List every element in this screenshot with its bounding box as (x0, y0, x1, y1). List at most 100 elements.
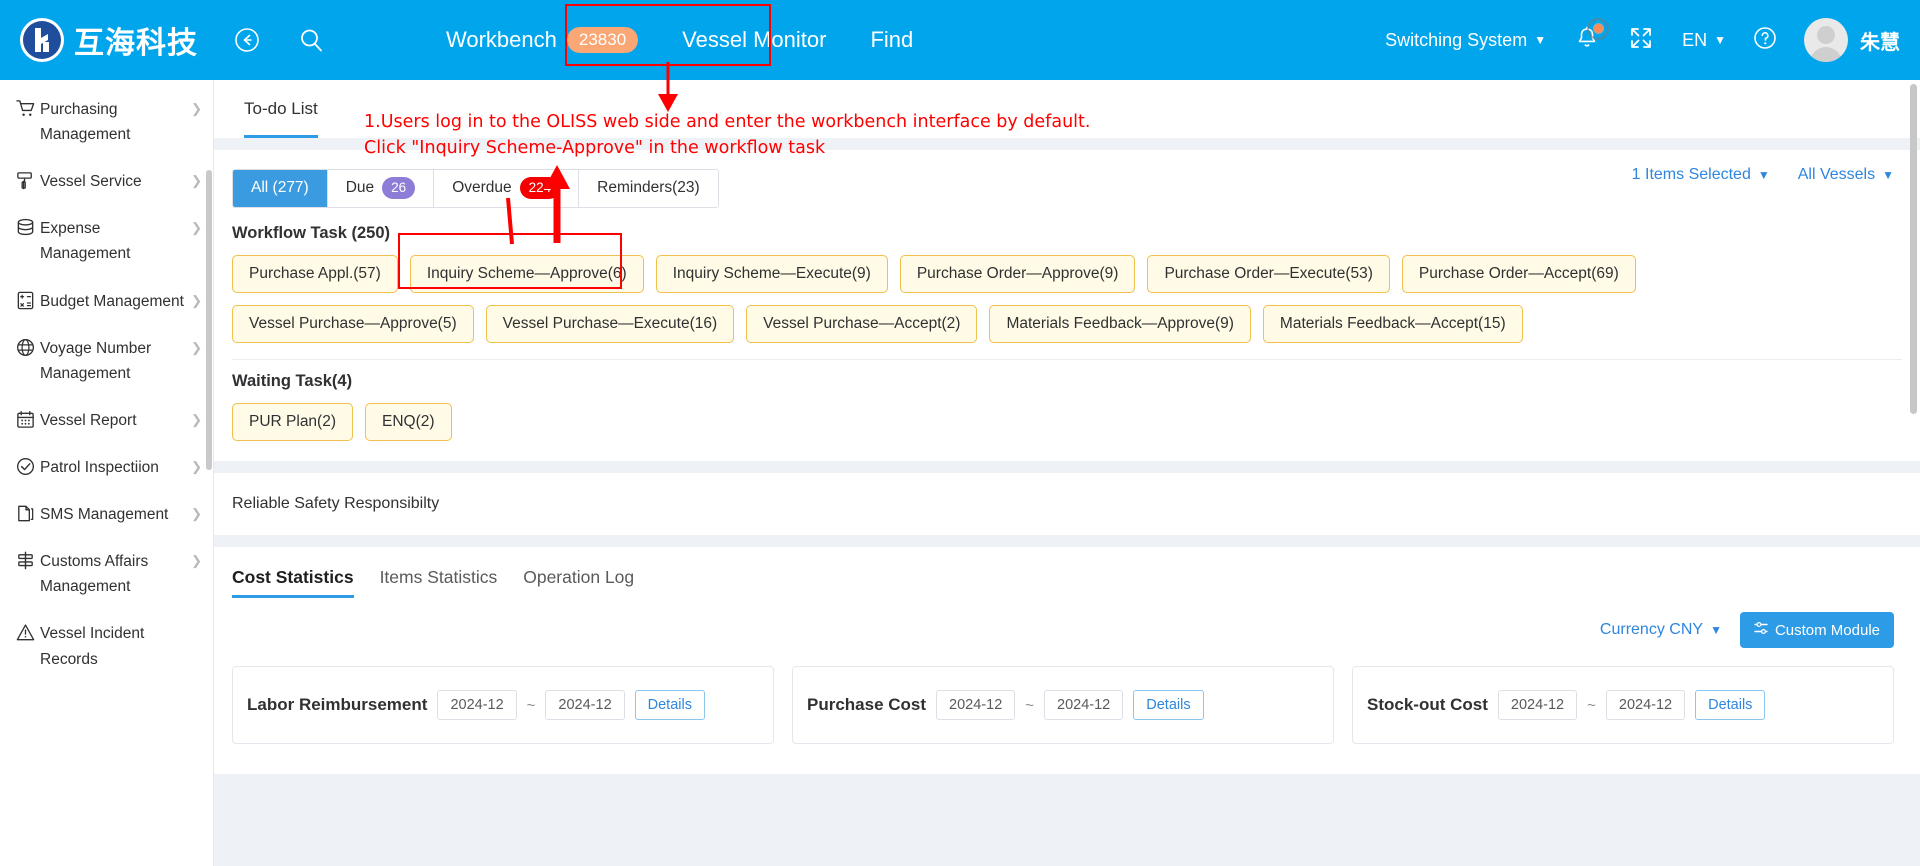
brand-name: 互海科技 (74, 27, 198, 60)
help-button[interactable] (1752, 25, 1778, 56)
filter-all-label: All (277) (251, 179, 309, 196)
sidebar-item-vessel-incident-records[interactable]: Vessel Incident Records (0, 610, 213, 682)
details-button[interactable]: Details (1695, 690, 1766, 720)
sidebar-scrollbar[interactable] (206, 170, 212, 470)
chip-pur-plan[interactable]: PUR Plan(2) (232, 403, 353, 441)
date-to-input[interactable]: 2024-12 (1044, 690, 1124, 720)
chevron-down-icon: ▼ (1757, 168, 1770, 182)
chip-vessel-purchase-accept[interactable]: Vessel Purchase—Accept(2) (746, 305, 978, 343)
sidebar-item-patrol-inspection[interactable]: Patrol Inspectiion ❯ (0, 444, 213, 491)
filter-due-label: Due (345, 179, 375, 196)
card-title: Labor Reimbursement (247, 694, 428, 714)
details-button[interactable]: Details (634, 690, 705, 720)
avatar-body (1810, 47, 1842, 62)
currency-dropdown[interactable]: Currency CNY ▼ (1600, 621, 1722, 639)
chip-inquiry-scheme-approve[interactable]: Inquiry Scheme—Approve(6) (409, 255, 644, 293)
chip-vessel-purchase-execute[interactable]: Vessel Purchase—Execute(16) (485, 305, 735, 343)
sidebar-item-purchasing-management[interactable]: Purchasing Management ❯ (0, 86, 213, 158)
date-from-input[interactable]: 2024-12 (936, 690, 1016, 720)
all-vessels-dropdown[interactable]: All Vessels ▼ (1798, 166, 1894, 184)
main-scrollbar[interactable] (1910, 84, 1917, 414)
chip-purchase-order-approve[interactable]: Purchase Order—Approve(9) (899, 255, 1136, 293)
workbench-page: 互海科技 Workbench 23830 Vessel Monitor Find… (0, 0, 1920, 866)
chip-purchase-appl[interactable]: Purchase Appl.(57) (232, 255, 398, 293)
details-button[interactable]: Details (1133, 690, 1204, 720)
all-vessels-label: All Vessels (1797, 166, 1876, 183)
sidebar-item-label: Customs Affairs Management (40, 553, 149, 596)
workflow-task-title: Workflow Task (250) (232, 224, 391, 242)
fullscreen-icon (1631, 27, 1651, 48)
sidebar-item-expense-management[interactable]: Expense Management ❯ (0, 205, 213, 277)
switching-system-dropdown[interactable]: Switching System ▼ (1385, 30, 1546, 51)
search-icon[interactable] (296, 25, 326, 55)
statistics-tabs: Cost Statistics Items Statistics Operati… (214, 547, 1920, 598)
chip-label: Purchase Order—Accept(69) (1418, 265, 1619, 282)
chip-vessel-purchase-approve[interactable]: Vessel Purchase—Approve(5) (232, 305, 474, 343)
filter-overdue[interactable]: Overdue 224 (434, 169, 580, 207)
avatar[interactable] (1804, 18, 1848, 62)
sidebar-item-voyage-number-management[interactable]: Voyage Number Management ❯ (0, 325, 213, 397)
language-dropdown[interactable]: EN ▼ (1682, 30, 1726, 51)
chip-label: PUR Plan(2) (249, 413, 336, 430)
chip-purchase-order-execute[interactable]: Purchase Order—Execute(53) (1147, 255, 1390, 293)
date-from-input[interactable]: 2024-12 (1497, 690, 1578, 720)
filter-due[interactable]: Due 26 (327, 169, 435, 207)
date-range-separator: ~ (526, 696, 536, 714)
nav-item-vessel-monitor[interactable]: Vessel Monitor (660, 0, 848, 80)
sidebar-item-label: Expense Management (40, 220, 131, 263)
chip-materials-feedback-approve[interactable]: Materials Feedback—Approve(9) (989, 305, 1251, 343)
cost-cards: Labor Reimbursement 2024-12 ~ 2024-12 De… (214, 648, 1920, 744)
tab-todo-list[interactable]: To-do List (244, 80, 318, 138)
sidebar-item-label: Vessel Service (40, 173, 142, 191)
calculator-icon (10, 289, 40, 311)
date-from-input[interactable]: 2024-12 (437, 690, 517, 720)
tab-items-statistics[interactable]: Items Statistics (380, 567, 498, 598)
chevron-right-icon: ❯ (191, 506, 202, 522)
customs-icon (10, 549, 40, 571)
sidebar-item-vessel-service[interactable]: Vessel Service ❯ (0, 158, 213, 205)
back-arrow-icon[interactable] (232, 25, 262, 55)
workbench-count-badge: 23830 (566, 26, 639, 54)
sidebar-item-customs-affairs-management[interactable]: Customs Affairs Management ❯ (0, 538, 213, 610)
fullscreen-button[interactable] (1628, 25, 1654, 56)
date-to-input[interactable]: 2024-12 (1605, 690, 1686, 720)
workflow-chip-row-1: Purchase Appl.(57) Inquiry Scheme—Approv… (214, 243, 1920, 293)
sidebar-item-budget-management[interactable]: Budget Management ❯ (0, 278, 213, 325)
notification-bell-button[interactable] (1574, 17, 1610, 56)
chevron-right-icon: ❯ (191, 101, 202, 116)
date-to-input[interactable]: 2024-12 (545, 690, 625, 720)
database-icon (10, 216, 40, 238)
items-selected-dropdown[interactable]: 1 Items Selected ▼ (1632, 166, 1770, 184)
section-gap (214, 138, 1920, 150)
sidebar-item-sms-management[interactable]: SMS Management ❯ (0, 491, 213, 538)
chevron-down-icon: ▼ (1534, 33, 1547, 47)
chip-inquiry-scheme-execute[interactable]: Inquiry Scheme—Execute(9) (655, 255, 888, 293)
sidebar-item-vessel-report[interactable]: Vessel Report ❯ (0, 397, 213, 444)
sidebar-item-label: Voyage Number Management (40, 339, 152, 382)
chevron-right-icon: ❯ (191, 292, 202, 308)
card-stock-out-cost: Stock-out Cost 2024-12 ~ 2024-12 Details (1352, 666, 1894, 744)
filter-all[interactable]: All (277) (233, 169, 328, 207)
chip-label: Vessel Purchase—Execute(16) (502, 315, 718, 332)
filter-reminders[interactable]: Reminders(23) (579, 169, 718, 207)
custom-module-label: Custom Module (1774, 621, 1880, 639)
tab-todo-list-label: To-do List (244, 99, 318, 118)
statistics-toolbar: Currency CNY ▼ Custom Module (214, 598, 1920, 648)
brand-logo[interactable]: 互海科技 (20, 18, 198, 62)
chevron-right-icon: ❯ (191, 553, 202, 569)
tab-operation-log[interactable]: Operation Log (523, 567, 634, 598)
nav-item-find[interactable]: Find (848, 0, 935, 80)
nav-item-vessel-monitor-label: Vessel Monitor (682, 27, 827, 52)
chip-label: ENQ(2) (382, 413, 435, 430)
chip-purchase-order-accept[interactable]: Purchase Order—Accept(69) (1401, 255, 1636, 293)
sidebar-item-label: SMS Management (40, 506, 169, 524)
question-circle-icon (1754, 26, 1776, 49)
nav-item-workbench[interactable]: Workbench 23830 (424, 0, 660, 80)
chip-materials-feedback-accept[interactable]: Materials Feedback—Accept(15) (1262, 305, 1523, 343)
card-purchase-cost: Purchase Cost 2024-12 ~ 2024-12 Details (792, 666, 1334, 744)
chip-enq[interactable]: ENQ(2) (365, 403, 452, 441)
custom-module-button[interactable]: Custom Module (1739, 612, 1894, 648)
workflow-chip-row-2: Vessel Purchase—Approve(5) Vessel Purcha… (214, 293, 1920, 343)
chevron-right-icon: ❯ (191, 173, 202, 189)
tab-cost-statistics[interactable]: Cost Statistics (232, 567, 354, 598)
